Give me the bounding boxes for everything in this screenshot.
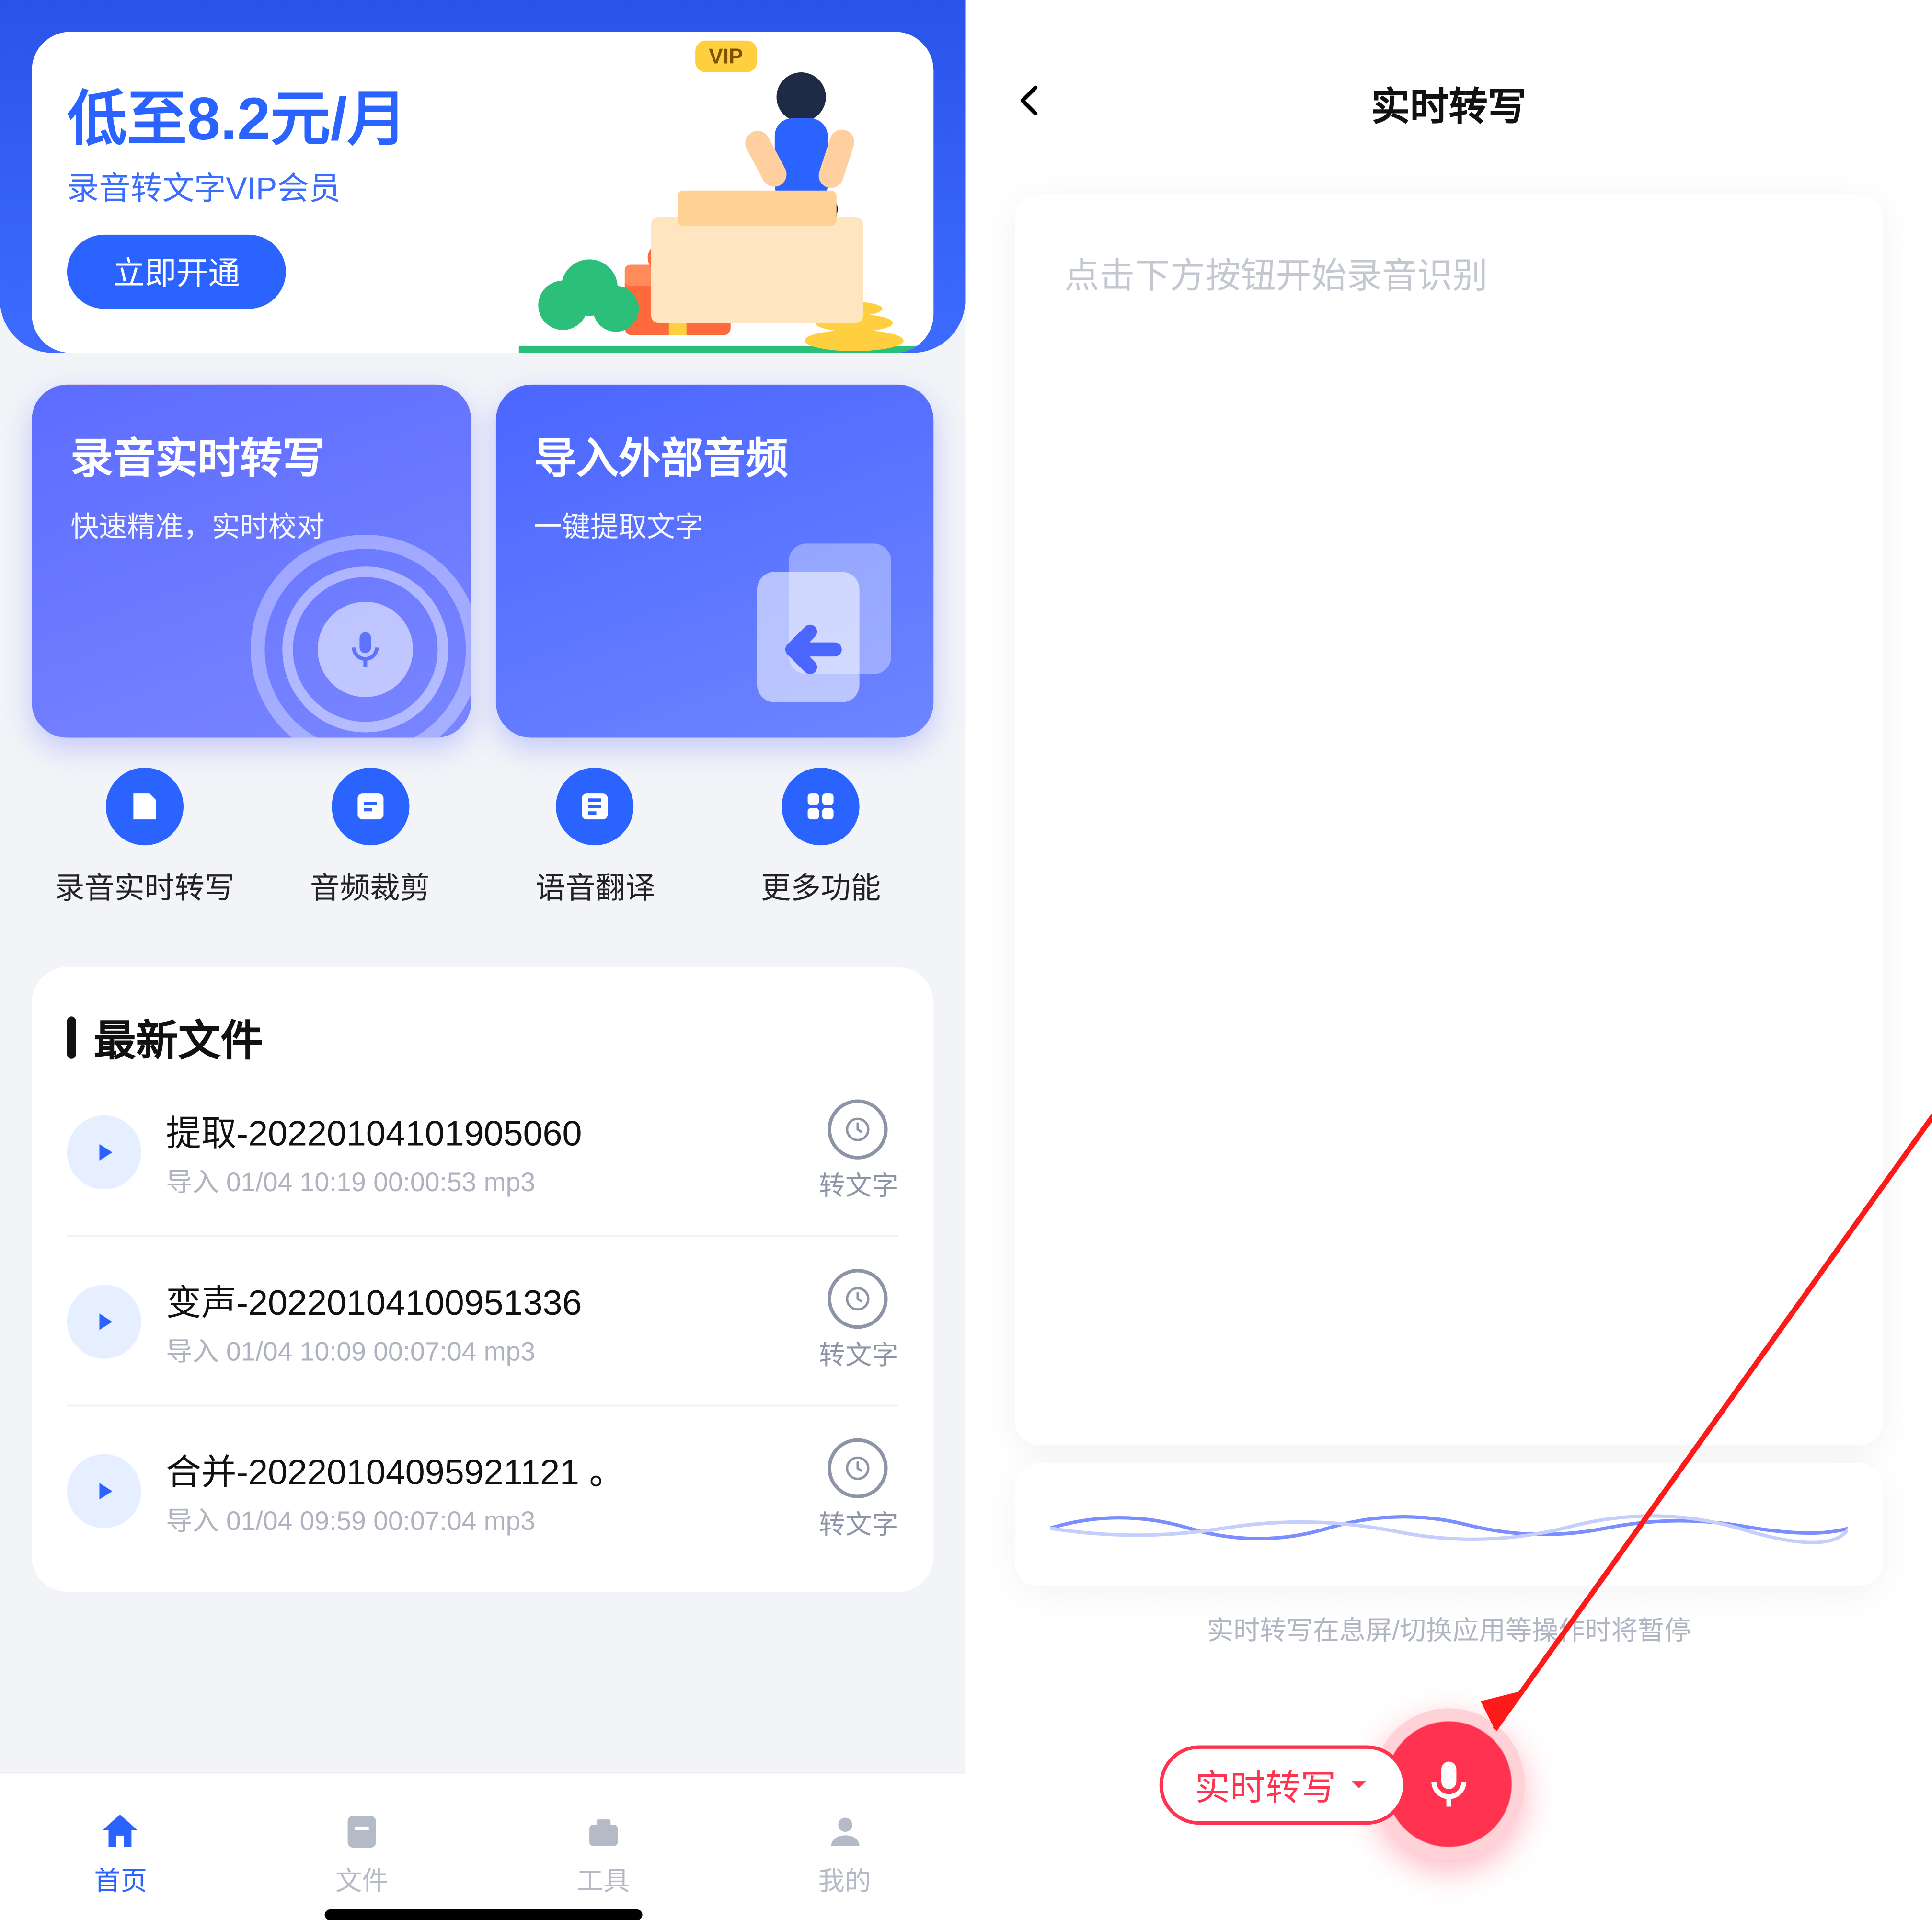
file-meta: 导入 01/04 10:19 00:00:53 mp3 <box>166 1162 794 1199</box>
file-meta: 导入 01/04 10:09 00:07:04 mp3 <box>166 1332 794 1368</box>
tab-label: 首页 <box>94 1862 148 1899</box>
convert-label: 转文字 <box>819 1336 898 1373</box>
import-audio-card[interactable]: 导入外部音频 一键提取文字 <box>495 385 933 738</box>
home-screen: 低至8.2元/月 录音转文字VIP会员 立即开通 VIP <box>0 0 966 1931</box>
promo-illustration: VIP <box>510 32 933 353</box>
tab-home[interactable]: 首页 <box>0 1805 242 1899</box>
quick-label: 录音实时转写 <box>55 863 235 907</box>
files-icon <box>341 1811 383 1853</box>
quick-realtime-transcribe[interactable]: 录音实时转写 <box>32 768 257 926</box>
play-icon <box>90 1476 118 1505</box>
quick-audio-crop[interactable]: 音频裁剪 <box>257 768 483 926</box>
quick-actions: 录音实时转写 音频裁剪 语音翻译 更多功能 <box>32 768 933 926</box>
pause-hint: 实时转写在息屏/切换应用等操作时将暂停 <box>966 1611 1932 1648</box>
tab-label: 文件 <box>335 1862 389 1899</box>
file-row[interactable]: 提取-20220104101905060 导入 01/04 10:19 00:0… <box>67 1068 898 1237</box>
tab-label: 我的 <box>818 1862 871 1899</box>
grid-icon <box>802 787 840 826</box>
waveform-icon <box>1049 1489 1848 1560</box>
translate-icon <box>576 787 615 826</box>
tab-tools[interactable]: 工具 <box>483 1805 724 1899</box>
quick-more[interactable]: 更多功能 <box>708 768 934 926</box>
quick-label: 更多功能 <box>761 863 881 907</box>
transcribe-icon <box>125 787 164 826</box>
convert-button[interactable]: 转文字 <box>819 1438 898 1542</box>
tools-icon <box>582 1811 624 1853</box>
play-button[interactable] <box>67 1115 141 1189</box>
scene-illustration <box>510 32 933 353</box>
mode-label: 实时转写 <box>1195 1759 1336 1810</box>
home-indicator <box>324 1909 642 1920</box>
import-file-icon <box>722 526 916 720</box>
feature-cards: 录音实时转写 快速精准，实时校对 导入外部音频 一键提取文字 <box>32 385 933 738</box>
nav-bar: 实时转写 <box>966 60 1932 148</box>
convert-label: 转文字 <box>819 1506 898 1542</box>
vip-promo-card[interactable]: 低至8.2元/月 录音转文字VIP会员 立即开通 VIP <box>32 32 933 353</box>
tab-files[interactable]: 文件 <box>242 1805 483 1899</box>
recent-files-heading: 最新文件 <box>67 1006 898 1068</box>
recent-files-card: 最新文件 提取-20220104101905060 导入 01/04 10:19… <box>32 967 933 1592</box>
back-button[interactable] <box>1000 70 1060 130</box>
waveform-panel <box>1015 1463 1883 1586</box>
convert-button[interactable]: 转文字 <box>819 1100 898 1204</box>
quick-label: 语音翻译 <box>535 863 655 907</box>
quick-label: 音频裁剪 <box>310 863 430 907</box>
page-title: 实时转写 <box>1371 76 1527 132</box>
tab-label: 工具 <box>577 1862 630 1899</box>
crop-icon <box>351 787 390 826</box>
convert-label: 转文字 <box>819 1166 898 1203</box>
microphone-icon <box>1419 1754 1479 1814</box>
clock-icon <box>844 1454 873 1483</box>
caret-down-icon <box>1346 1772 1371 1797</box>
open-vip-button[interactable]: 立即开通 <box>67 235 286 309</box>
file-name: 合并-20220104095921121 。 <box>166 1443 794 1494</box>
play-button[interactable] <box>67 1284 141 1358</box>
record-controls: 实时转写 <box>966 1708 1932 1860</box>
tab-bar: 首页 文件 工具 我的 <box>0 1772 966 1931</box>
file-name: 提取-20220104101905060 <box>166 1104 794 1155</box>
clock-icon <box>844 1115 873 1144</box>
chevron-left-icon <box>1011 81 1050 120</box>
file-name: 变声-20220104100951336 <box>166 1273 794 1324</box>
convert-button[interactable]: 转文字 <box>819 1269 898 1373</box>
file-row[interactable]: 合并-20220104095921121 。 导入 01/04 09:59 00… <box>67 1406 898 1574</box>
realtime-transcribe-card[interactable]: 录音实时转写 快速精准，实时校对 <box>32 385 470 738</box>
transcribe-screen: 实时转写 点击下方按钮开始录音识别 实时转写在息屏/切换应用等操作时将暂停 实时… <box>966 0 1932 1931</box>
mic-decoration <box>250 535 470 738</box>
play-icon <box>90 1307 118 1335</box>
play-button[interactable] <box>67 1453 141 1528</box>
mode-select-button[interactable]: 实时转写 <box>1160 1745 1407 1824</box>
card-title: 录音实时转写 <box>70 424 431 485</box>
user-icon <box>824 1811 866 1853</box>
quick-voice-translate[interactable]: 语音翻译 <box>483 768 708 926</box>
tab-mine[interactable]: 我的 <box>724 1805 966 1899</box>
transcript-placeholder: 点击下方按钮开始录音识别 <box>1064 247 1834 299</box>
clock-icon <box>844 1285 873 1313</box>
file-meta: 导入 01/04 09:59 00:07:04 mp3 <box>166 1501 794 1538</box>
file-row[interactable]: 变声-20220104100951336 导入 01/04 10:09 00:0… <box>67 1237 898 1407</box>
microphone-icon <box>342 626 388 672</box>
card-title: 导入外部音频 <box>534 424 895 485</box>
play-icon <box>90 1138 118 1166</box>
home-icon <box>98 1809 144 1855</box>
transcript-area: 点击下方按钮开始录音识别 <box>1015 194 1883 1445</box>
